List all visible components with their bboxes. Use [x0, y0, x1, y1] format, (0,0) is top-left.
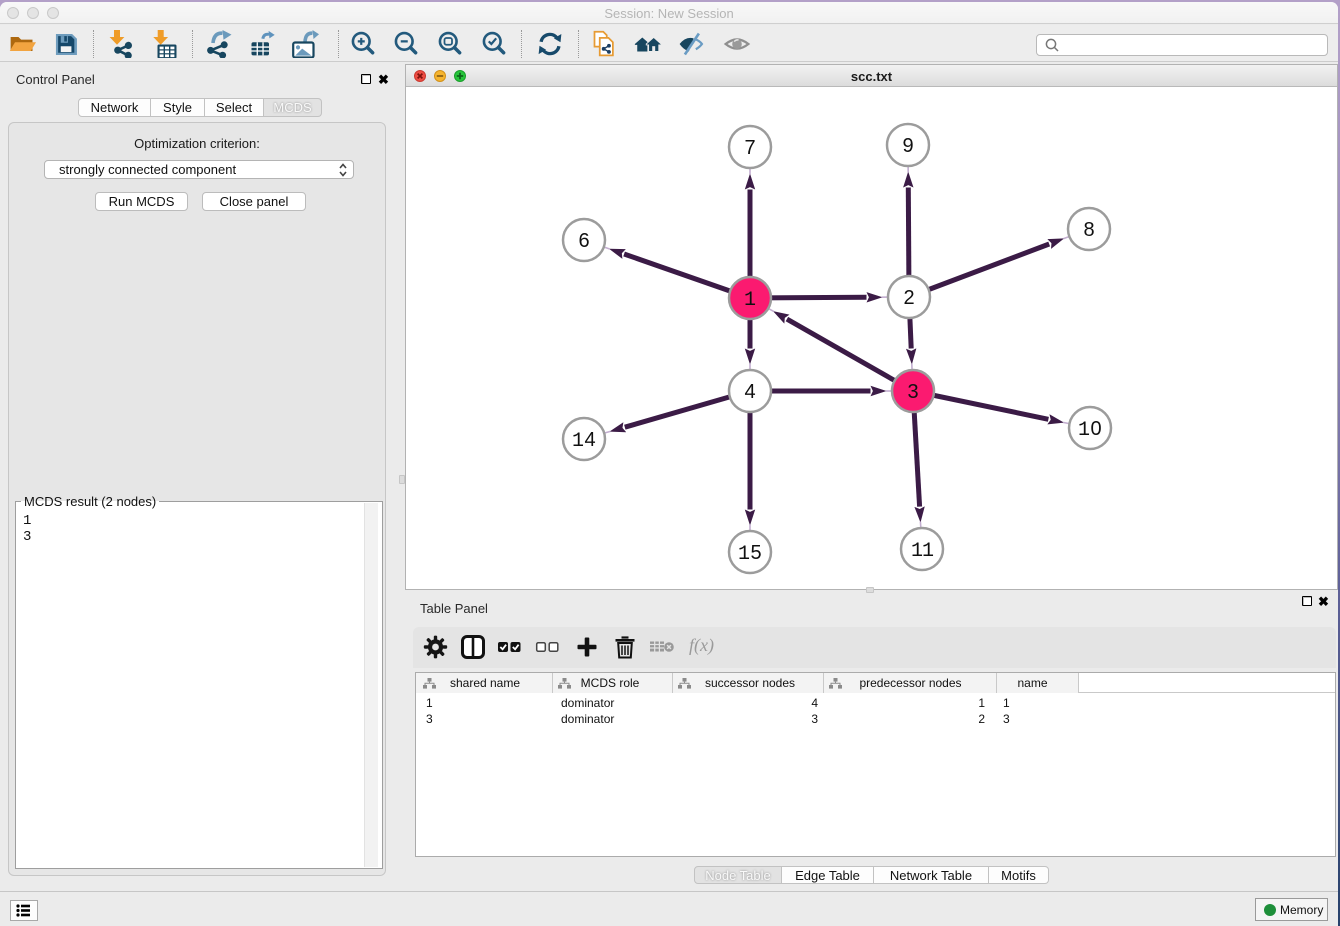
svg-text:4: 4: [584, 429, 595, 451]
svg-text:6: 6: [578, 230, 589, 252]
svg-text:3: 3: [907, 381, 918, 403]
svg-text:1: 1: [572, 430, 584, 453]
svg-text:1: 1: [1078, 419, 1090, 442]
svg-text:9: 9: [902, 135, 913, 157]
svg-text:4: 4: [744, 381, 755, 403]
svg-text:2: 2: [903, 287, 914, 309]
svg-text:7: 7: [744, 137, 755, 159]
svg-text:5: 5: [750, 542, 761, 564]
svg-text:1: 1: [744, 289, 756, 312]
svg-text:0: 0: [1090, 418, 1101, 440]
svg-text:8: 8: [1083, 219, 1094, 241]
svg-text:1: 1: [922, 540, 934, 563]
svg-text:1: 1: [738, 543, 750, 566]
